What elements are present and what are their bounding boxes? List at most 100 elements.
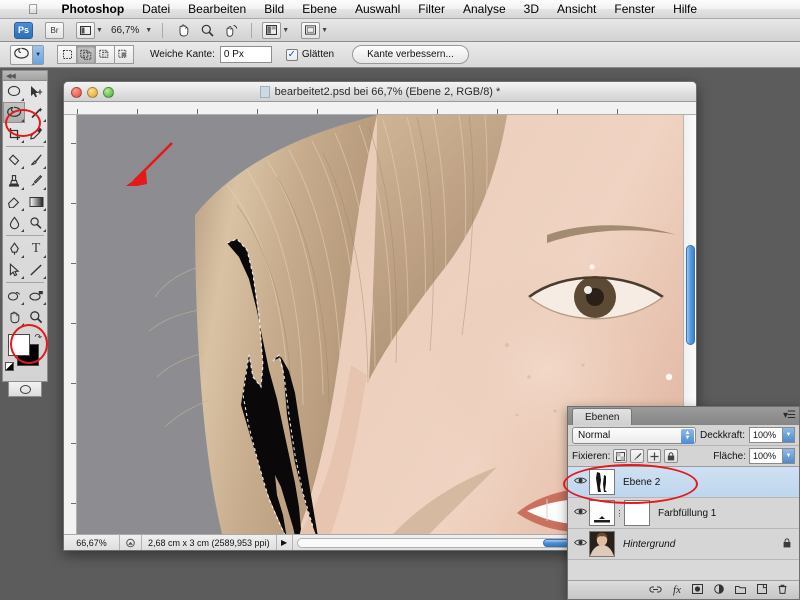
vertical-scrollbar-thumb[interactable] [686, 245, 695, 345]
panel-menu-icon[interactable]: ▾☰ [783, 410, 796, 421]
new-group-icon[interactable] [735, 585, 746, 596]
layer-visibility-icon-ebene-2[interactable] [571, 476, 589, 488]
layer-thumbnail-ebene-2[interactable] [589, 469, 615, 495]
lasso-tool-icon[interactable] [3, 102, 25, 123]
layer-name-ebene-2[interactable]: Ebene 2 [623, 477, 660, 488]
expand-status-icon[interactable]: ▶ [277, 534, 293, 550]
menu-item-fenster[interactable]: Fenster [605, 0, 664, 19]
menu-item-auswahl[interactable]: Auswahl [346, 0, 409, 19]
lasso-preset-chevron-down-icon[interactable]: ▼ [32, 45, 43, 64]
zoom-window-button[interactable] [103, 87, 114, 98]
add-to-selection-button[interactable] [76, 45, 96, 64]
lasso-tool-preset[interactable]: ▼ [10, 44, 44, 65]
antialias-checkbox-group[interactable]: ✓ Glätten [285, 48, 334, 61]
screen-mode-icon[interactable] [76, 21, 95, 39]
pen-tool-icon[interactable] [3, 238, 25, 259]
layer-name-hintergrund[interactable]: Hintergrund [623, 539, 675, 550]
blend-mode-select[interactable]: Normal ▲ ▼ [572, 426, 696, 444]
menu-item-hilfe[interactable]: Hilfe [664, 0, 706, 19]
menu-item-analyse[interactable]: Analyse [454, 0, 515, 19]
type-tool-icon[interactable]: T [25, 238, 47, 259]
menu-item-datei[interactable]: Datei [133, 0, 179, 19]
eraser-tool-icon[interactable] [3, 191, 25, 212]
menu-item-bearbeiten[interactable]: Bearbeiten [179, 0, 255, 19]
healing-brush-tool-icon[interactable] [3, 149, 25, 170]
refine-edge-button[interactable]: Kante verbessern... [352, 45, 469, 64]
subtract-from-selection-button[interactable] [95, 45, 115, 64]
layer-thumbnail-farbfuellung-1[interactable] [589, 500, 615, 526]
layer-mask-icon[interactable] [692, 584, 703, 596]
rotate-view-icon[interactable] [221, 21, 241, 39]
path-selection-tool-icon[interactable] [3, 259, 25, 280]
zoom-tool-icon[interactable] [197, 21, 217, 39]
minimize-window-button[interactable] [87, 87, 98, 98]
marquee-tool-icon[interactable] [3, 81, 25, 102]
intersect-selection-button[interactable] [114, 45, 134, 64]
feather-input[interactable]: 0 Px [219, 46, 272, 63]
opacity-chevron-down-icon[interactable]: ▼ [783, 427, 795, 443]
layer-visibility-icon-farbfuellung-1[interactable] [571, 507, 589, 519]
menu-item-3d[interactable]: 3D [515, 0, 548, 19]
default-colors-icon[interactable] [5, 362, 14, 371]
layer-mask-thumbnail-farbfuellung-1[interactable] [624, 500, 650, 526]
layer-thumbnail-hintergrund[interactable] [589, 531, 615, 557]
crop-tool-icon[interactable] [3, 123, 25, 144]
zoom-tool-icon-palette[interactable] [25, 306, 47, 327]
layer-row-hintergrund[interactable]: Hintergrund [568, 529, 799, 560]
menu-item-filter[interactable]: Filter [409, 0, 454, 19]
tab-ebenen[interactable]: Ebenen [572, 408, 633, 425]
eyedropper-tool-icon[interactable] [25, 123, 47, 144]
clone-stamp-tool-icon[interactable] [3, 170, 25, 191]
new-selection-button[interactable] [57, 45, 77, 64]
menu-item-bild[interactable]: Bild [255, 0, 293, 19]
layer-row-ebene-2[interactable]: Ebene 2 [568, 467, 799, 498]
antialias-checkbox[interactable]: ✓ [285, 48, 298, 61]
link-layers-icon[interactable] [649, 585, 662, 596]
delete-layer-icon[interactable] [778, 584, 787, 596]
document-title-bar[interactable]: bearbeitet2.psd bei 66,7% (Ebene 2, RGB/… [64, 82, 696, 102]
arrange-chevron-down-icon[interactable]: ▼ [282, 27, 289, 34]
adjustment-layer-icon[interactable] [714, 584, 724, 596]
layer-name-farbfuellung-1[interactable]: Farbfüllung 1 [658, 508, 716, 519]
layer-style-icon[interactable]: fx [673, 584, 681, 596]
screen-modes-chevron-down-icon[interactable]: ▼ [321, 27, 328, 34]
photoshop-launch-icon[interactable]: Ps [14, 21, 33, 39]
close-window-button[interactable] [71, 87, 82, 98]
line-tool-icon[interactable] [25, 259, 47, 280]
gradient-tool-icon[interactable] [25, 191, 47, 212]
layer-mask-link-icon[interactable]: ⋮ [615, 509, 624, 518]
magic-wand-tool-icon[interactable] [25, 102, 47, 123]
quick-mask-icon[interactable] [8, 381, 42, 397]
brush-tool-icon[interactable] [25, 149, 47, 170]
document-thumbnail-icon[interactable] [120, 534, 142, 550]
apple-icon[interactable]:  [28, 2, 39, 16]
bridge-icon[interactable]: Br [45, 21, 64, 39]
layer-visibility-icon-hintergrund[interactable] [571, 538, 589, 550]
new-layer-icon[interactable] [757, 584, 767, 596]
palette-grip[interactable]: ◀◀ [3, 71, 47, 81]
lock-image-icon[interactable] [630, 449, 645, 463]
dodge-tool-icon[interactable] [25, 212, 47, 233]
hand-tool-icon-palette[interactable] [3, 306, 25, 327]
blur-tool-icon[interactable] [3, 212, 25, 233]
lock-all-icon[interactable] [664, 449, 679, 463]
fill-chevron-down-icon[interactable]: ▼ [783, 448, 795, 464]
swap-colors-icon[interactable]: ↷ [34, 332, 42, 343]
history-brush-tool-icon[interactable] [25, 170, 47, 191]
fill-input[interactable]: 100% [749, 448, 783, 464]
zoom-level-chevron-down-icon[interactable]: ▼ [145, 27, 152, 34]
blend-mode-stepper-icon[interactable]: ▲ ▼ [680, 428, 694, 444]
arrange-documents-icon[interactable] [262, 21, 282, 39]
menu-item-ebene[interactable]: Ebene [293, 0, 346, 19]
lock-transparency-icon[interactable] [613, 449, 628, 463]
hand-tool-icon[interactable] [173, 21, 193, 39]
layer-row-farbfuellung-1[interactable]: ⋮ Farbfüllung 1 [568, 498, 799, 529]
opacity-input[interactable]: 100% [749, 427, 783, 443]
foreground-color-swatch[interactable] [8, 334, 30, 356]
status-zoom-value[interactable]: 66,67% [64, 534, 120, 550]
move-tool-icon[interactable] [25, 81, 47, 102]
lock-position-icon[interactable] [647, 449, 662, 463]
3d-rotate-tool-icon[interactable] [3, 285, 25, 306]
menu-item-photoshop[interactable]: Photoshop [53, 0, 134, 19]
menu-item-ansicht[interactable]: Ansicht [548, 0, 605, 19]
